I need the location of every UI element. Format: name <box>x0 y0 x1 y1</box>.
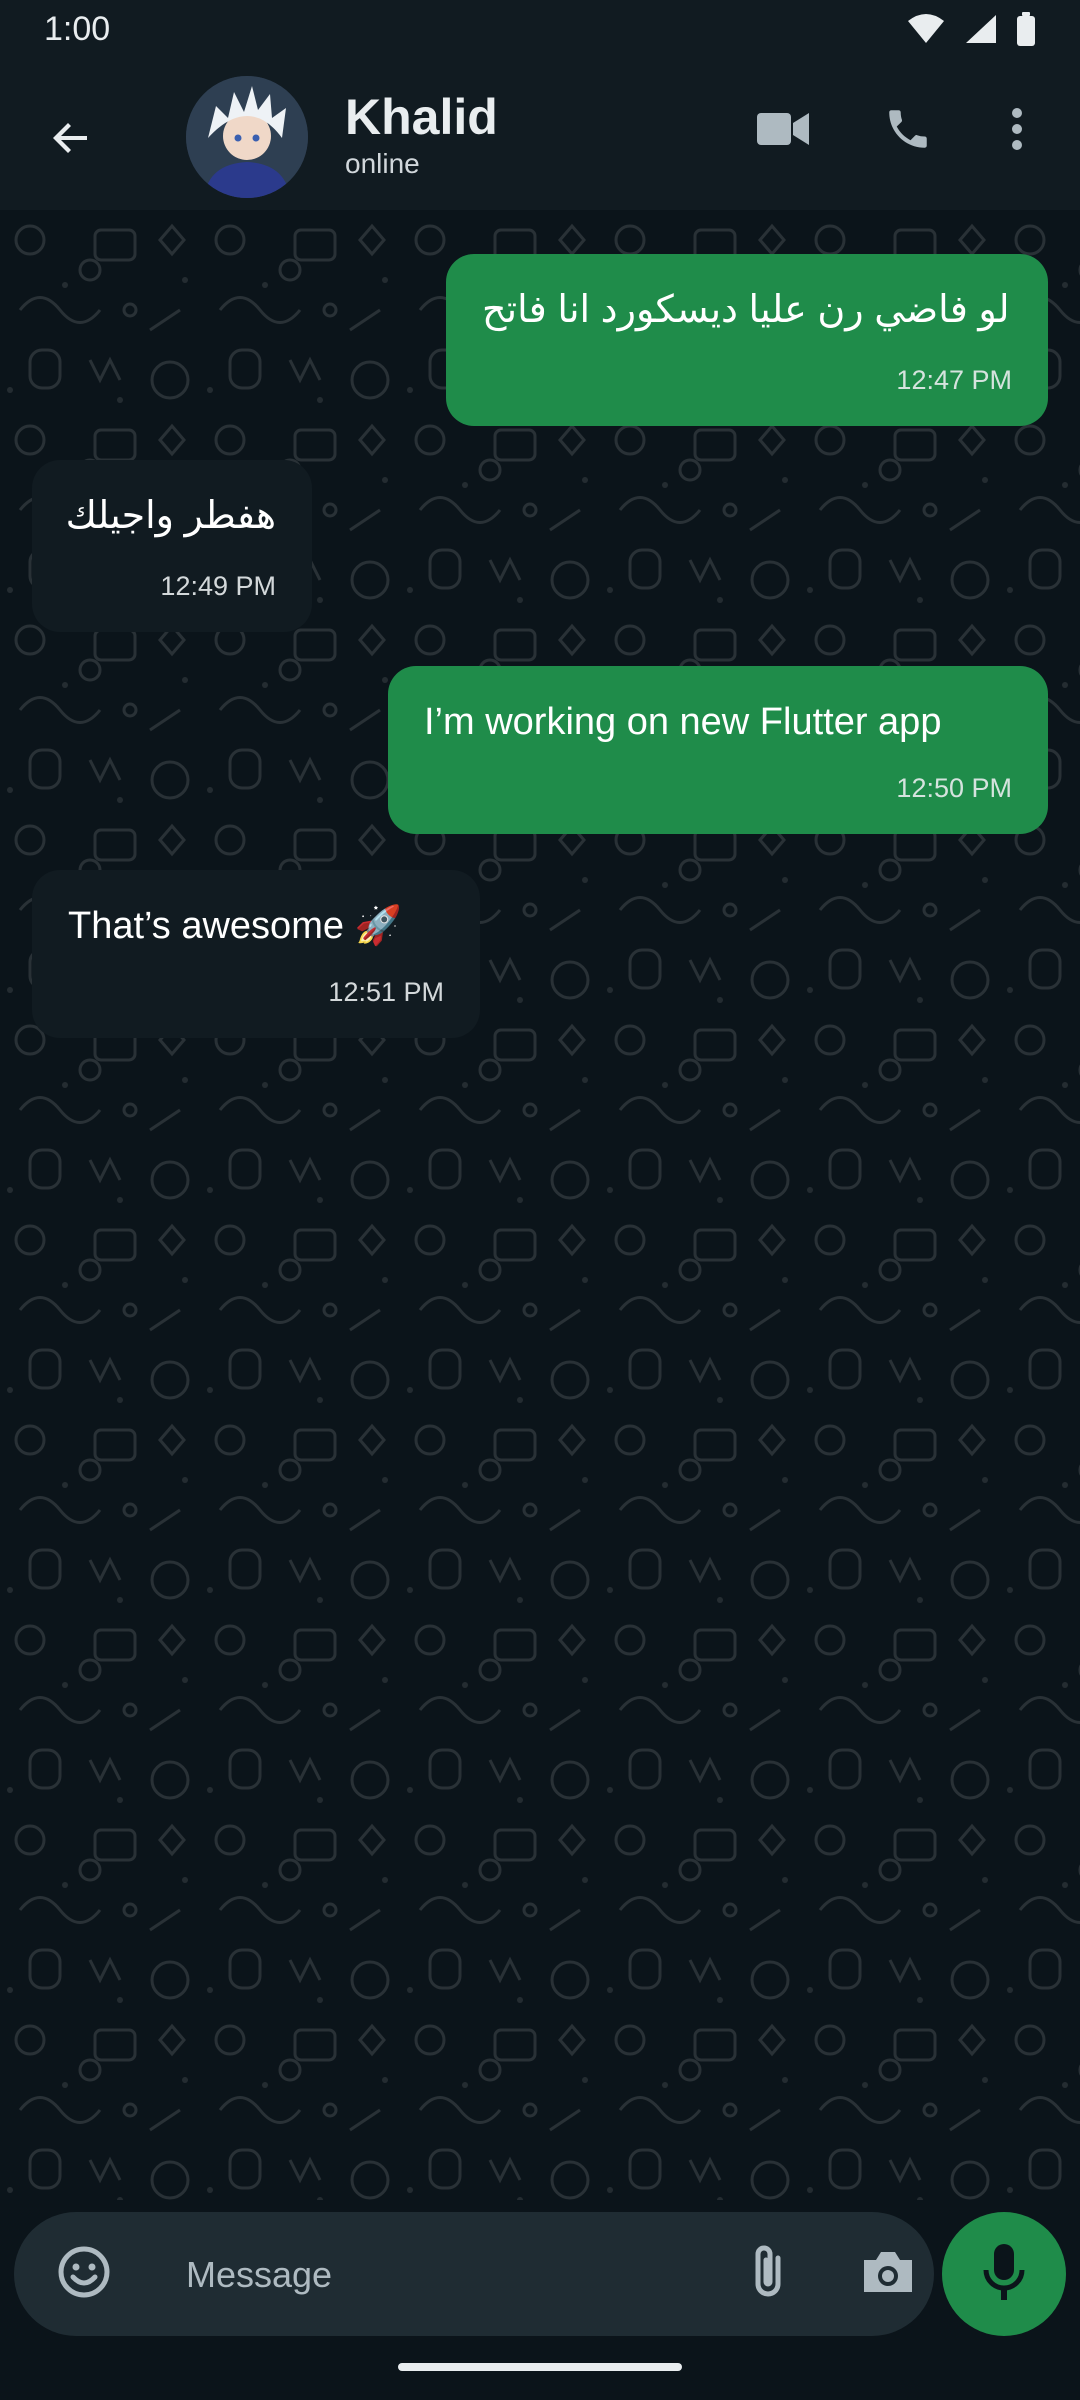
message-text: I’m working on new Flutter app <box>424 701 942 743</box>
emoji-button[interactable] <box>50 2240 118 2308</box>
status-time: 1:00 <box>44 10 111 48</box>
message-bubble-outgoing[interactable]: لو فاضي رن عليا ديسكورد انا فاتح 12:47 P… <box>446 254 1048 426</box>
message-composer <box>14 2212 934 2336</box>
phone-icon <box>883 104 933 159</box>
more-vert-icon <box>1011 107 1023 156</box>
arrow-back-icon <box>47 114 95 167</box>
battery-icon <box>1016 12 1036 51</box>
app-bar-actions <box>720 96 1080 166</box>
contact-name[interactable]: Khalid <box>345 88 498 146</box>
message-time: 12:49 PM <box>160 571 276 601</box>
microphone-icon <box>982 2242 1026 2307</box>
more-options-button[interactable] <box>982 96 1052 166</box>
contact-avatar[interactable] <box>186 76 308 198</box>
voice-call-button[interactable] <box>873 96 943 166</box>
chat-app-bar: Khalid online <box>0 60 1080 210</box>
paperclip-icon <box>748 2242 788 2307</box>
cellular-signal-icon <box>964 13 998 50</box>
message-input[interactable] <box>184 2238 728 2312</box>
back-button[interactable] <box>36 105 106 175</box>
video-call-button[interactable] <box>748 96 818 166</box>
status-bar: 1:00 <box>0 0 1080 60</box>
wifi-icon <box>906 13 946 50</box>
message-bubble-outgoing[interactable]: I’m working on new Flutter app 12:50 PM <box>388 666 1048 834</box>
message-text: لو فاضي رن عليا ديسكورد انا فاتح <box>482 289 1010 331</box>
emoji-icon <box>57 2245 111 2304</box>
voice-message-button[interactable] <box>942 2212 1066 2336</box>
camera-icon <box>860 2248 916 2301</box>
message-bubble-incoming[interactable]: هفطر واجيلك 12:49 PM <box>32 460 312 632</box>
message-text: هفطر واجيلك <box>65 495 276 537</box>
attach-button[interactable] <box>734 2240 802 2308</box>
chat-message-list[interactable]: لو فاضي رن عليا ديسكورد انا فاتح 12:47 P… <box>0 210 1080 2200</box>
message-time: 12:47 PM <box>896 365 1012 395</box>
message-bubble-incoming[interactable]: That’s awesome 🚀 12:51 PM <box>32 870 480 1038</box>
message-time: 12:50 PM <box>896 773 1012 803</box>
video-camera-icon <box>757 111 809 152</box>
message-time: 12:51 PM <box>328 977 444 1007</box>
contact-status: online <box>345 148 420 179</box>
message-text: That’s awesome 🚀 <box>68 905 402 947</box>
camera-button[interactable] <box>854 2240 922 2308</box>
home-indicator[interactable] <box>398 2363 682 2371</box>
status-icons <box>906 12 1036 51</box>
